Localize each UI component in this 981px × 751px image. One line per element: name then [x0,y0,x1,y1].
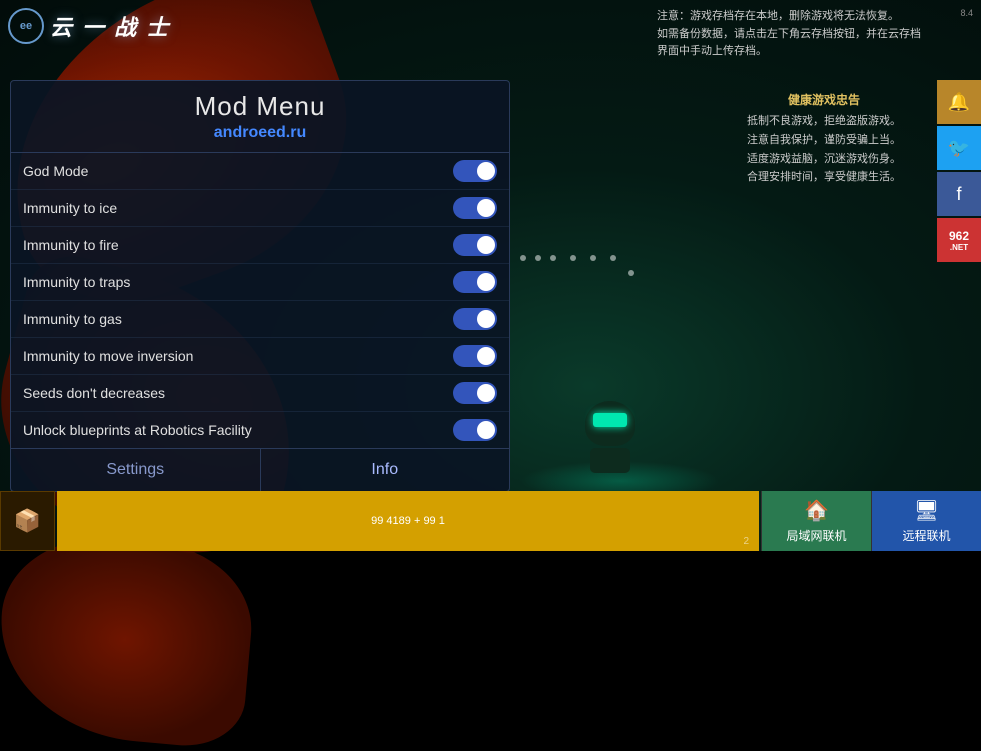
logo-circle-text: ee [20,20,32,32]
chest-icon: 📦 [14,508,41,534]
health-line-4: 合理安排时间，享受健康生活。 [747,168,901,187]
health-line-3: 适度游戏益脑，沉迷游戏伤身。 [747,150,901,169]
notice-top: 注意：游戏存档存在本地，删除游戏将无法恢复。 如需备份数据，请点击左下角云存档按… [657,8,921,61]
toggle-item[interactable]: Immunity to gas [11,301,509,338]
map-dot [550,255,556,261]
notice-line1: 注意：游戏存档存在本地，删除游戏将无法恢复。 [657,8,921,26]
twitter-button[interactable]: 🐦 [937,126,981,170]
toggle-item[interactable]: God Mode [11,153,509,190]
health-notice-title: 健康游戏忠告 [747,90,901,110]
mod-menu-header: Mod Menu androeed.ru [11,81,509,152]
toggle-item[interactable]: Immunity to fire [11,227,509,264]
toggle-label-4: Immunity to gas [23,311,122,327]
map-dot [520,255,526,261]
social-icons: 🔔 🐦 f 962 .NET [937,80,981,262]
character [580,401,640,471]
remote-label: 远程联机 [902,527,950,544]
mod-menu-title: Mod Menu [11,91,509,122]
map-dot-u [628,270,634,276]
toggle-label-6: Seeds don't decreases [23,385,165,401]
facebook-button[interactable]: f [937,172,981,216]
toggle-item[interactable]: Unlock blueprints at Robotics Facility [11,412,509,448]
toggle-item[interactable]: Immunity to traps [11,264,509,301]
bell-icon: 🔔 [948,92,970,113]
toggle-label-5: Immunity to move inversion [23,348,193,364]
mod-menu-subtitle: androeed.ru [11,124,509,142]
toggle-switch-1[interactable] [453,197,497,219]
map-dot [570,255,576,261]
toggle-item[interactable]: Seeds don't decreases [11,375,509,412]
logo-circle: ee [8,8,44,44]
toggle-label-0: God Mode [23,163,88,179]
logo-text: 云 一 战 士 [50,10,170,42]
toggle-switch-6[interactable] [453,382,497,404]
toggle-switch-0[interactable] [453,160,497,182]
mod-menu-panel: Mod Menu androeed.ru God Mode Immunity t… [10,80,510,492]
bottom-bar: 📦 99 4189 + 99 1 2 🏠 局域网联机 🖥 远程联机 [0,491,981,551]
962net-button[interactable]: 962 .NET [937,218,981,262]
lan-icon: 🏠 [804,498,829,523]
map-dot [590,255,596,261]
twitter-icon: 🐦 [948,138,970,159]
remote-icon: 🖥 [914,498,939,523]
toggle-label-3: Immunity to traps [23,274,130,290]
toggle-item[interactable]: Immunity to move inversion [11,338,509,375]
lan-label: 局域网联机 [786,527,846,544]
notice-line2: 如需备份数据，请点击左下角云存档按钮，并在云存档 [657,26,921,44]
toggle-switch-7[interactable] [453,419,497,441]
toggle-switch-5[interactable] [453,345,497,367]
wing-bottom [0,529,258,750]
962-text: 962 [949,229,969,243]
toggle-item[interactable]: Immunity to ice [11,190,509,227]
toggle-label-1: Immunity to ice [23,200,117,216]
962-net-text: .NET [950,243,968,252]
chest-icon-button[interactable]: 📦 [0,491,55,551]
toggle-switch-2[interactable] [453,234,497,256]
gold-bar[interactable]: 99 4189 + 99 1 2 [57,491,759,551]
toggle-list: God Mode Immunity to ice Immunity to fir… [11,153,509,448]
mod-menu-footer: Settings Info [11,448,509,491]
toggle-label-2: Immunity to fire [23,237,119,253]
toggle-switch-4[interactable] [453,308,497,330]
toggle-label-7: Unlock blueprints at Robotics Facility [23,422,252,438]
logo-area: ee 云 一 战 士 [8,8,170,44]
map-dot [610,255,616,261]
gold-bar-num: 2 [743,536,749,547]
info-button[interactable]: Info [261,449,510,491]
bell-button[interactable]: 🔔 [937,80,981,124]
toggle-switch-3[interactable] [453,271,497,293]
lan-button[interactable]: 🏠 局域网联机 [761,491,871,551]
settings-button[interactable]: Settings [11,449,261,491]
map-dot [535,255,541,261]
notice-small: 8.4 [960,8,973,18]
facebook-icon: f [956,184,961,205]
health-line-1: 抵制不良游戏，拒绝盗版游戏。 [747,112,901,131]
notice-line3: 界面中手动上传存档。 [657,43,921,61]
health-notice: 健康游戏忠告 抵制不良游戏，拒绝盗版游戏。 注意自我保护，谨防受骗上当。 适度游… [747,90,901,187]
gold-bar-text: 99 4189 + 99 1 [371,515,445,527]
health-line-2: 注意自我保护，谨防受骗上当。 [747,131,901,150]
remote-button[interactable]: 🖥 远程联机 [871,491,981,551]
